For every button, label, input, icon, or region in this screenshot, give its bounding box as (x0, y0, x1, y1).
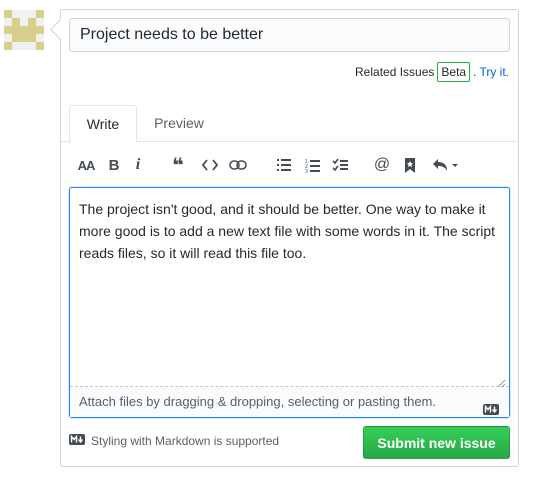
resize-grip-icon[interactable] (497, 375, 506, 388)
markdown-support-note[interactable]: Styling with Markdown is supported (69, 434, 279, 448)
bookmark-icon[interactable] (399, 154, 421, 176)
markdown-support-label: Styling with Markdown is supported (91, 434, 280, 448)
avatar[interactable] (4, 10, 44, 50)
bold-icon[interactable]: B (103, 154, 125, 176)
submit-new-issue-button[interactable]: Submit new issue (363, 426, 510, 459)
code-icon[interactable] (199, 154, 221, 176)
markdown-icon (69, 434, 85, 448)
issue-title-input[interactable] (69, 18, 510, 52)
attach-files-hint: Attach files by dragging & dropping, sel… (79, 394, 436, 409)
attach-files-bar[interactable]: Attach files by dragging & dropping, sel… (70, 387, 509, 417)
related-issues-label: Related Issues (355, 65, 435, 79)
svg-text:3: 3 (305, 169, 308, 173)
quote-icon[interactable]: ❝ (167, 154, 189, 177)
markdown-toolbar: AA B i ❝ 123 @ (61, 150, 518, 180)
markdown-icon (483, 396, 499, 426)
beta-badge: Beta (437, 62, 471, 82)
text-size-icon[interactable]: AA (75, 154, 97, 176)
try-it-link[interactable]: Try it. (479, 65, 509, 79)
task-list-icon[interactable] (329, 154, 351, 176)
comment-editor[interactable]: The project isn't good, and it should be… (69, 187, 510, 418)
reply-icon[interactable] (431, 154, 461, 176)
period-separator: . (473, 65, 477, 79)
mention-icon[interactable]: @ (371, 154, 393, 176)
link-icon[interactable] (227, 154, 249, 176)
italic-icon[interactable]: i (127, 154, 149, 176)
tab-preview[interactable]: Preview (143, 105, 215, 143)
editor-tabs: Write Preview (61, 105, 518, 143)
new-issue-form: Related Issues Beta . Try it. Write Prev… (60, 9, 519, 467)
related-issues: Related Issues Beta . Try it. (355, 62, 509, 82)
comment-body-textarea[interactable]: The project isn't good, and it should be… (70, 188, 509, 387)
unordered-list-icon[interactable] (273, 154, 295, 176)
tab-write[interactable]: Write (69, 105, 137, 143)
ordered-list-icon[interactable]: 123 (301, 154, 323, 176)
